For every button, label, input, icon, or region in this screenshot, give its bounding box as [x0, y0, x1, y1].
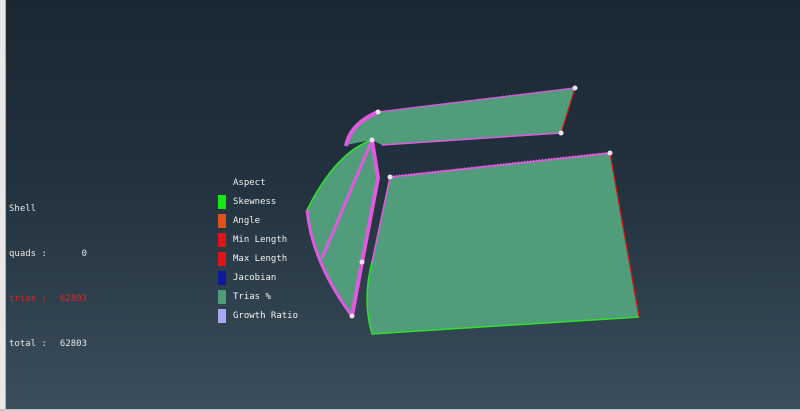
stats-value: 0 [81, 249, 87, 259]
legend-item-min-length[interactable]: Min Length [218, 230, 298, 249]
legend-label: Angle [233, 215, 261, 226]
quality-legend: Aspect Skewness Angle Min Length Max Len… [218, 176, 298, 325]
legend-item-growth-ratio[interactable]: Growth Ratio [218, 306, 298, 325]
legend-label: Growth Ratio [233, 310, 299, 321]
legend-label: Max Length [233, 253, 288, 264]
legend-item-angle[interactable]: Angle [218, 211, 298, 230]
legend-swatch [218, 213, 226, 228]
legend-swatch [218, 289, 226, 304]
stats-value: 62803 [59, 339, 87, 349]
legend-item-jacobian[interactable]: Jacobian [218, 268, 298, 287]
legend-swatch [218, 194, 226, 209]
legend-swatch [218, 308, 226, 323]
mesh-part-main-panel[interactable] [366, 150, 640, 335]
legend-label: Trias % [233, 291, 271, 302]
mesh-part-corner-blend[interactable] [344, 109, 382, 147]
stats-row-quads: quads : 0 [9, 247, 87, 262]
shell-stats-panel: Shell quads : 0 trias : 62803 total : 62… [9, 172, 87, 367]
stats-title: Shell [9, 204, 37, 214]
stats-row-total: total : 62803 [9, 337, 87, 352]
stats-label: trias : [9, 294, 47, 304]
legend-label: Jacobian [233, 272, 277, 283]
stats-row-trias: trias : 62803 [9, 292, 87, 307]
legend-item-trias-percent[interactable]: Trias % [218, 287, 298, 306]
legend-swatch [218, 270, 226, 285]
legend-swatch [218, 251, 226, 266]
stats-value: 62803 [59, 294, 87, 304]
stats-label: total : [9, 339, 47, 349]
mesh-part-top-strip[interactable] [377, 85, 578, 146]
legend-label: Min Length [233, 234, 288, 245]
legend-swatch [218, 232, 226, 247]
legend-title: Aspect [233, 178, 266, 188]
stats-label: quads : [9, 249, 47, 259]
legend-item-skewness[interactable]: Skewness [218, 192, 298, 211]
mesh-viewport[interactable] [0, 0, 800, 411]
legend-item-max-length[interactable]: Max Length [218, 249, 298, 268]
legend-label: Skewness [233, 196, 277, 207]
